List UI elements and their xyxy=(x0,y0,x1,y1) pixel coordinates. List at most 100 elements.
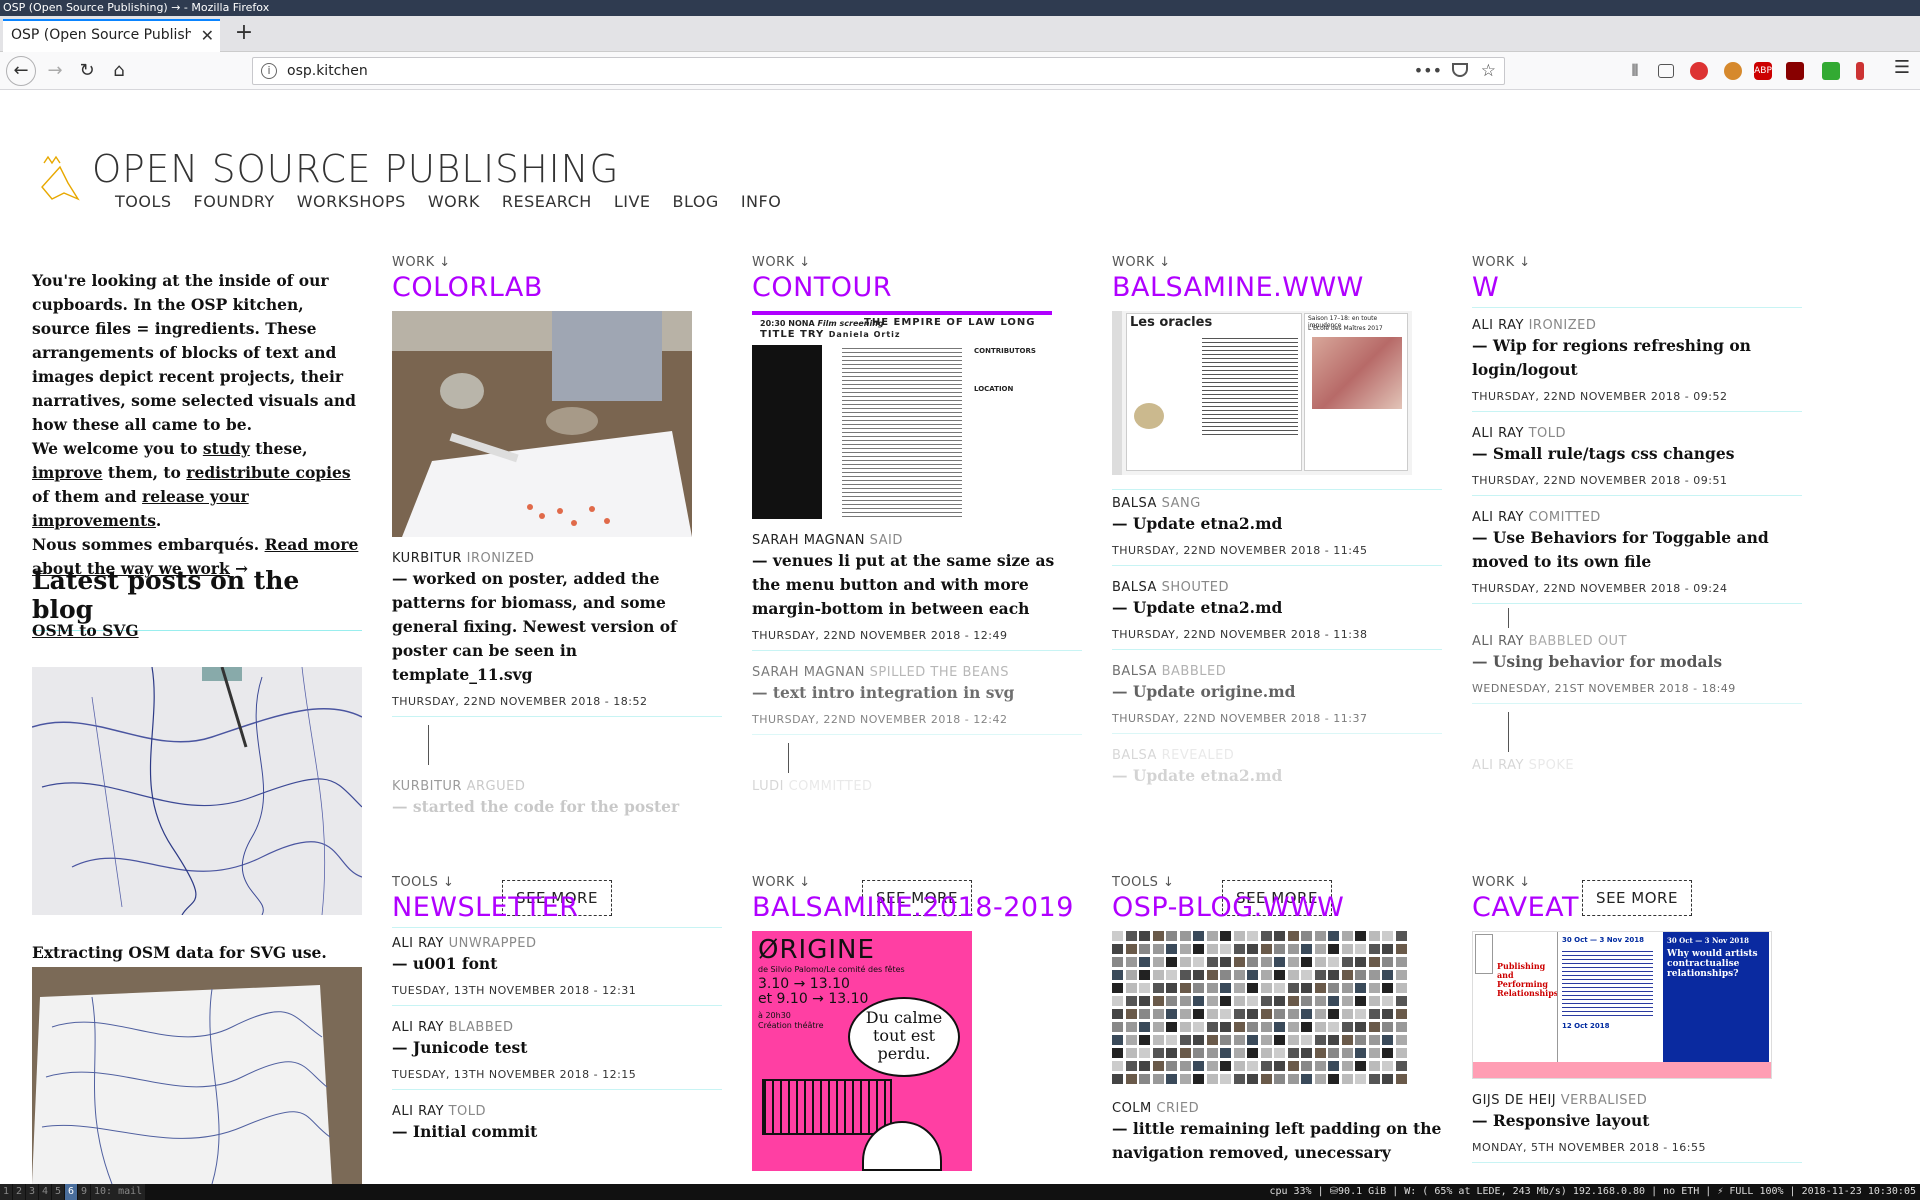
entry-message[interactable]: — worked on poster, added the patterns f… xyxy=(392,567,722,687)
card-title[interactable]: CONTOUR xyxy=(752,272,1082,303)
entry-message[interactable]: — Wip for regions refreshing on login/lo… xyxy=(1472,334,1802,382)
nav-work[interactable]: WORK xyxy=(428,192,480,211)
entry-message[interactable]: — Update etna2.md xyxy=(1112,512,1442,536)
workspace-5[interactable]: 5 xyxy=(52,1184,64,1200)
ublock-icon[interactable] xyxy=(1786,62,1804,80)
nav-info[interactable]: INFO xyxy=(741,192,781,211)
thumbnail xyxy=(1260,996,1272,1006)
poster-time: à 20h30 xyxy=(758,1011,791,1020)
card-image[interactable]: 20:30 NONA Film screening THE EMPIRE OF … xyxy=(752,311,1052,519)
entry-message[interactable]: — Initial commit xyxy=(392,1120,722,1144)
sidebar-icon[interactable] xyxy=(1658,64,1674,78)
thumbnail xyxy=(1193,931,1204,941)
thumbnail xyxy=(1395,1022,1407,1032)
workspace-6[interactable]: 6 xyxy=(65,1184,77,1200)
thumbnail xyxy=(1179,1009,1191,1019)
thumbnail xyxy=(1314,1009,1326,1019)
close-tab-icon[interactable]: ✕ xyxy=(201,21,214,50)
site-info-icon[interactable]: i xyxy=(261,63,277,79)
redistribute-link[interactable]: redistribute copies xyxy=(186,463,350,482)
workspace-1[interactable]: 1 xyxy=(0,1184,12,1200)
entry-message[interactable]: — Use Behaviors for Toggable and moved t… xyxy=(1472,526,1802,574)
extension-green-icon[interactable] xyxy=(1822,62,1840,80)
thumbnail xyxy=(1220,1022,1231,1032)
thumbnail xyxy=(1125,931,1137,941)
workspace-2[interactable]: 2 xyxy=(13,1184,25,1200)
entry-message[interactable]: — text intro integration in svg xyxy=(752,681,1082,705)
thumbnail xyxy=(1206,996,1218,1006)
workspace-list: 1 2 3 4 5 6 9 10: mail xyxy=(0,1184,146,1200)
thumbnail xyxy=(1260,983,1272,993)
blog-post-image[interactable] xyxy=(32,667,362,915)
thumbnail xyxy=(1247,944,1258,954)
page-actions-icon[interactable]: ••• xyxy=(1414,58,1442,84)
card-title[interactable]: COLORLAB xyxy=(392,272,722,303)
entry-message[interactable]: — venues li put at the same size as the … xyxy=(752,549,1082,621)
card-image[interactable]: Les oracles Saison 17–18: en toute impud… xyxy=(1112,311,1412,475)
nav-blog[interactable]: BLOG xyxy=(673,192,719,211)
card-image[interactable] xyxy=(392,311,692,537)
extension-face-icon[interactable] xyxy=(1724,62,1742,80)
card-title[interactable]: BALSAMINE.2018-2019 xyxy=(752,892,1082,923)
thumbnail xyxy=(1287,983,1299,993)
blog-post-title[interactable]: Extracting OSM data for SVG use. xyxy=(32,943,327,962)
entry-message[interactable]: — u001 font xyxy=(392,952,722,976)
adblock-icon[interactable]: ABP xyxy=(1754,62,1772,80)
url-text[interactable]: osp.kitchen xyxy=(287,58,368,85)
entry-message[interactable]: — Junicode test xyxy=(392,1036,722,1060)
blog-post-title[interactable]: OSM to SVG xyxy=(32,621,139,640)
entry-author: KURBITUR xyxy=(392,779,462,794)
url-bar[interactable]: i osp.kitchen ••• ☆ xyxy=(252,57,1505,85)
entry-verb: TOLD xyxy=(1528,426,1567,441)
reload-icon[interactable]: ↻ xyxy=(72,56,102,86)
new-tab-icon[interactable]: + xyxy=(232,19,256,49)
bookmark-star-icon[interactable]: ☆ xyxy=(1481,58,1496,84)
extension-flag-icon[interactable] xyxy=(1856,62,1864,80)
thumbnail xyxy=(1314,944,1326,954)
nav-tools[interactable]: TOOLS xyxy=(115,192,172,211)
nav-research[interactable]: RESEARCH xyxy=(502,192,592,211)
workspace-mail[interactable]: 10: mail xyxy=(91,1184,146,1200)
entry-message[interactable]: — started the code for the poster xyxy=(392,795,722,819)
blog-post-image[interactable] xyxy=(32,967,362,1184)
forward-arrow-icon[interactable]: → xyxy=(40,56,70,86)
entry-message[interactable]: — Update etna2.md xyxy=(1112,764,1442,788)
entry-author: KURBITUR xyxy=(392,551,462,566)
improve-link[interactable]: improve xyxy=(32,463,103,482)
entry-message[interactable]: — Responsive layout xyxy=(1472,1109,1802,1133)
entry-author: BALSA xyxy=(1112,580,1157,595)
thumbnail xyxy=(1233,1009,1245,1019)
site-title[interactable]: OPEN SOURCE PUBLISHING xyxy=(92,147,619,191)
card-title[interactable]: W xyxy=(1472,272,1802,308)
card-image[interactable]: Publishing and Performing Relationships … xyxy=(1472,931,1772,1079)
entry-message[interactable]: — little remaining left padding on the n… xyxy=(1112,1117,1442,1165)
card-title[interactable]: CAVEAT xyxy=(1472,892,1802,923)
nav-live[interactable]: LIVE xyxy=(614,192,651,211)
entry-message[interactable]: — Update origine.md xyxy=(1112,680,1442,704)
workspace-4[interactable]: 4 xyxy=(39,1184,51,1200)
browser-tab[interactable]: OSP (Open Source Publishing) → ✕ xyxy=(3,19,220,52)
nav-workshops[interactable]: WORKSHOPS xyxy=(297,192,406,211)
pocket-icon[interactable] xyxy=(1452,63,1468,77)
entry-message[interactable]: — Small rule/tags css changes xyxy=(1472,442,1802,466)
back-arrow-icon[interactable]: ← xyxy=(6,56,36,86)
thumbnail xyxy=(1193,1061,1204,1071)
workspace-9[interactable]: 9 xyxy=(78,1184,90,1200)
entry-message[interactable]: — Update etna2.md xyxy=(1112,596,1442,620)
nav-foundry[interactable]: FOUNDRY xyxy=(194,192,275,211)
thumbnail xyxy=(1125,970,1137,980)
card-image[interactable] xyxy=(1112,931,1412,1087)
extension-red-icon[interactable] xyxy=(1690,62,1708,80)
hamburger-menu-icon[interactable]: ☰ xyxy=(1894,57,1910,78)
card-title[interactable]: OSP-BLOG.WWW xyxy=(1112,892,1442,923)
home-icon[interactable]: ⌂ xyxy=(104,56,134,86)
card-title[interactable]: BALSAMINE.WWW xyxy=(1112,272,1442,303)
thumbnail xyxy=(1328,1061,1339,1071)
thumbnail xyxy=(1166,1022,1177,1032)
card-title[interactable]: NEWSLETTER xyxy=(392,892,722,928)
workspace-3[interactable]: 3 xyxy=(26,1184,38,1200)
library-icon[interactable]: ⫴ xyxy=(1626,62,1644,80)
study-link[interactable]: study xyxy=(203,439,250,458)
card-poster-image[interactable]: ØRIGINE de Silvio Palomo/Le comité des f… xyxy=(752,931,972,1171)
entry-message[interactable]: — Using behavior for modals xyxy=(1472,650,1802,674)
